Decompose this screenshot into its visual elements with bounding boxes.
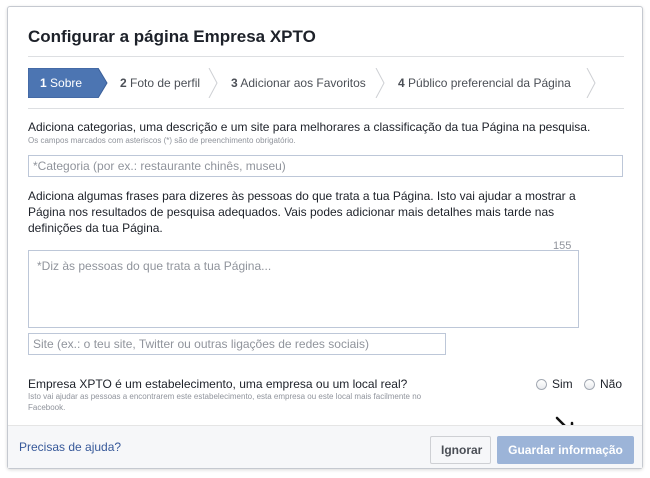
website-input[interactable]	[28, 333, 446, 355]
radio-no[interactable]	[584, 378, 595, 390]
description-help-text: Adiciona algumas frases para dizeres às …	[28, 189, 576, 235]
intro-text: Adiciona categorias, uma descrição e um …	[28, 120, 591, 134]
step-progress: 1 Sobre 2 Foto de perfil 3 Adicionar aos…	[28, 68, 624, 98]
radio-yes[interactable]	[536, 378, 547, 390]
establishment-question: Empresa XPTO é um estabelecimento, uma e…	[28, 377, 408, 391]
dialog-title: Configurar a página Empresa XPTO	[28, 27, 316, 46]
ignore-button[interactable]: Ignorar	[430, 436, 491, 464]
title-divider	[28, 56, 624, 57]
step-1-label: 1 Sobre	[40, 76, 83, 90]
radio-yes-option[interactable]: Sim	[536, 376, 573, 392]
step-4-publico-preferencial[interactable]: 4 Público preferencial da Página	[376, 68, 596, 98]
description-textarea[interactable]	[28, 250, 579, 328]
establishment-hint: Isto vai ajudar as pessoas a encontrarem…	[28, 392, 422, 412]
step-4-label: 4 Público preferencial da Página	[398, 76, 571, 90]
steps-divider	[28, 108, 624, 109]
required-fields-hint: Os campos marcados com asteriscos (*) sã…	[28, 136, 296, 145]
category-input[interactable]	[28, 155, 623, 177]
help-link[interactable]: Precisas de ajuda?	[19, 440, 121, 454]
dialog-footer: Precisas de ajuda? Ignorar Guardar infor…	[8, 425, 642, 468]
radio-yes-label: Sim	[552, 377, 573, 391]
step-1-sobre[interactable]: 1 Sobre	[28, 68, 108, 98]
setup-dialog: Configurar a página Empresa XPTO 1 Sobre…	[7, 6, 643, 469]
radio-no-label: Não	[600, 377, 623, 391]
radio-no-option[interactable]: Não	[584, 376, 622, 392]
save-info-button[interactable]: Guardar informação	[497, 436, 634, 464]
step-2-foto-de-perfil[interactable]: 2 Foto de perfil	[98, 68, 218, 98]
step-3-label: 3 Adicionar aos Favoritos	[231, 76, 366, 90]
step-2-label: 2 Foto de perfil	[120, 76, 201, 90]
step-3-adicionar-favoritos[interactable]: 3 Adicionar aos Favoritos	[209, 68, 385, 98]
